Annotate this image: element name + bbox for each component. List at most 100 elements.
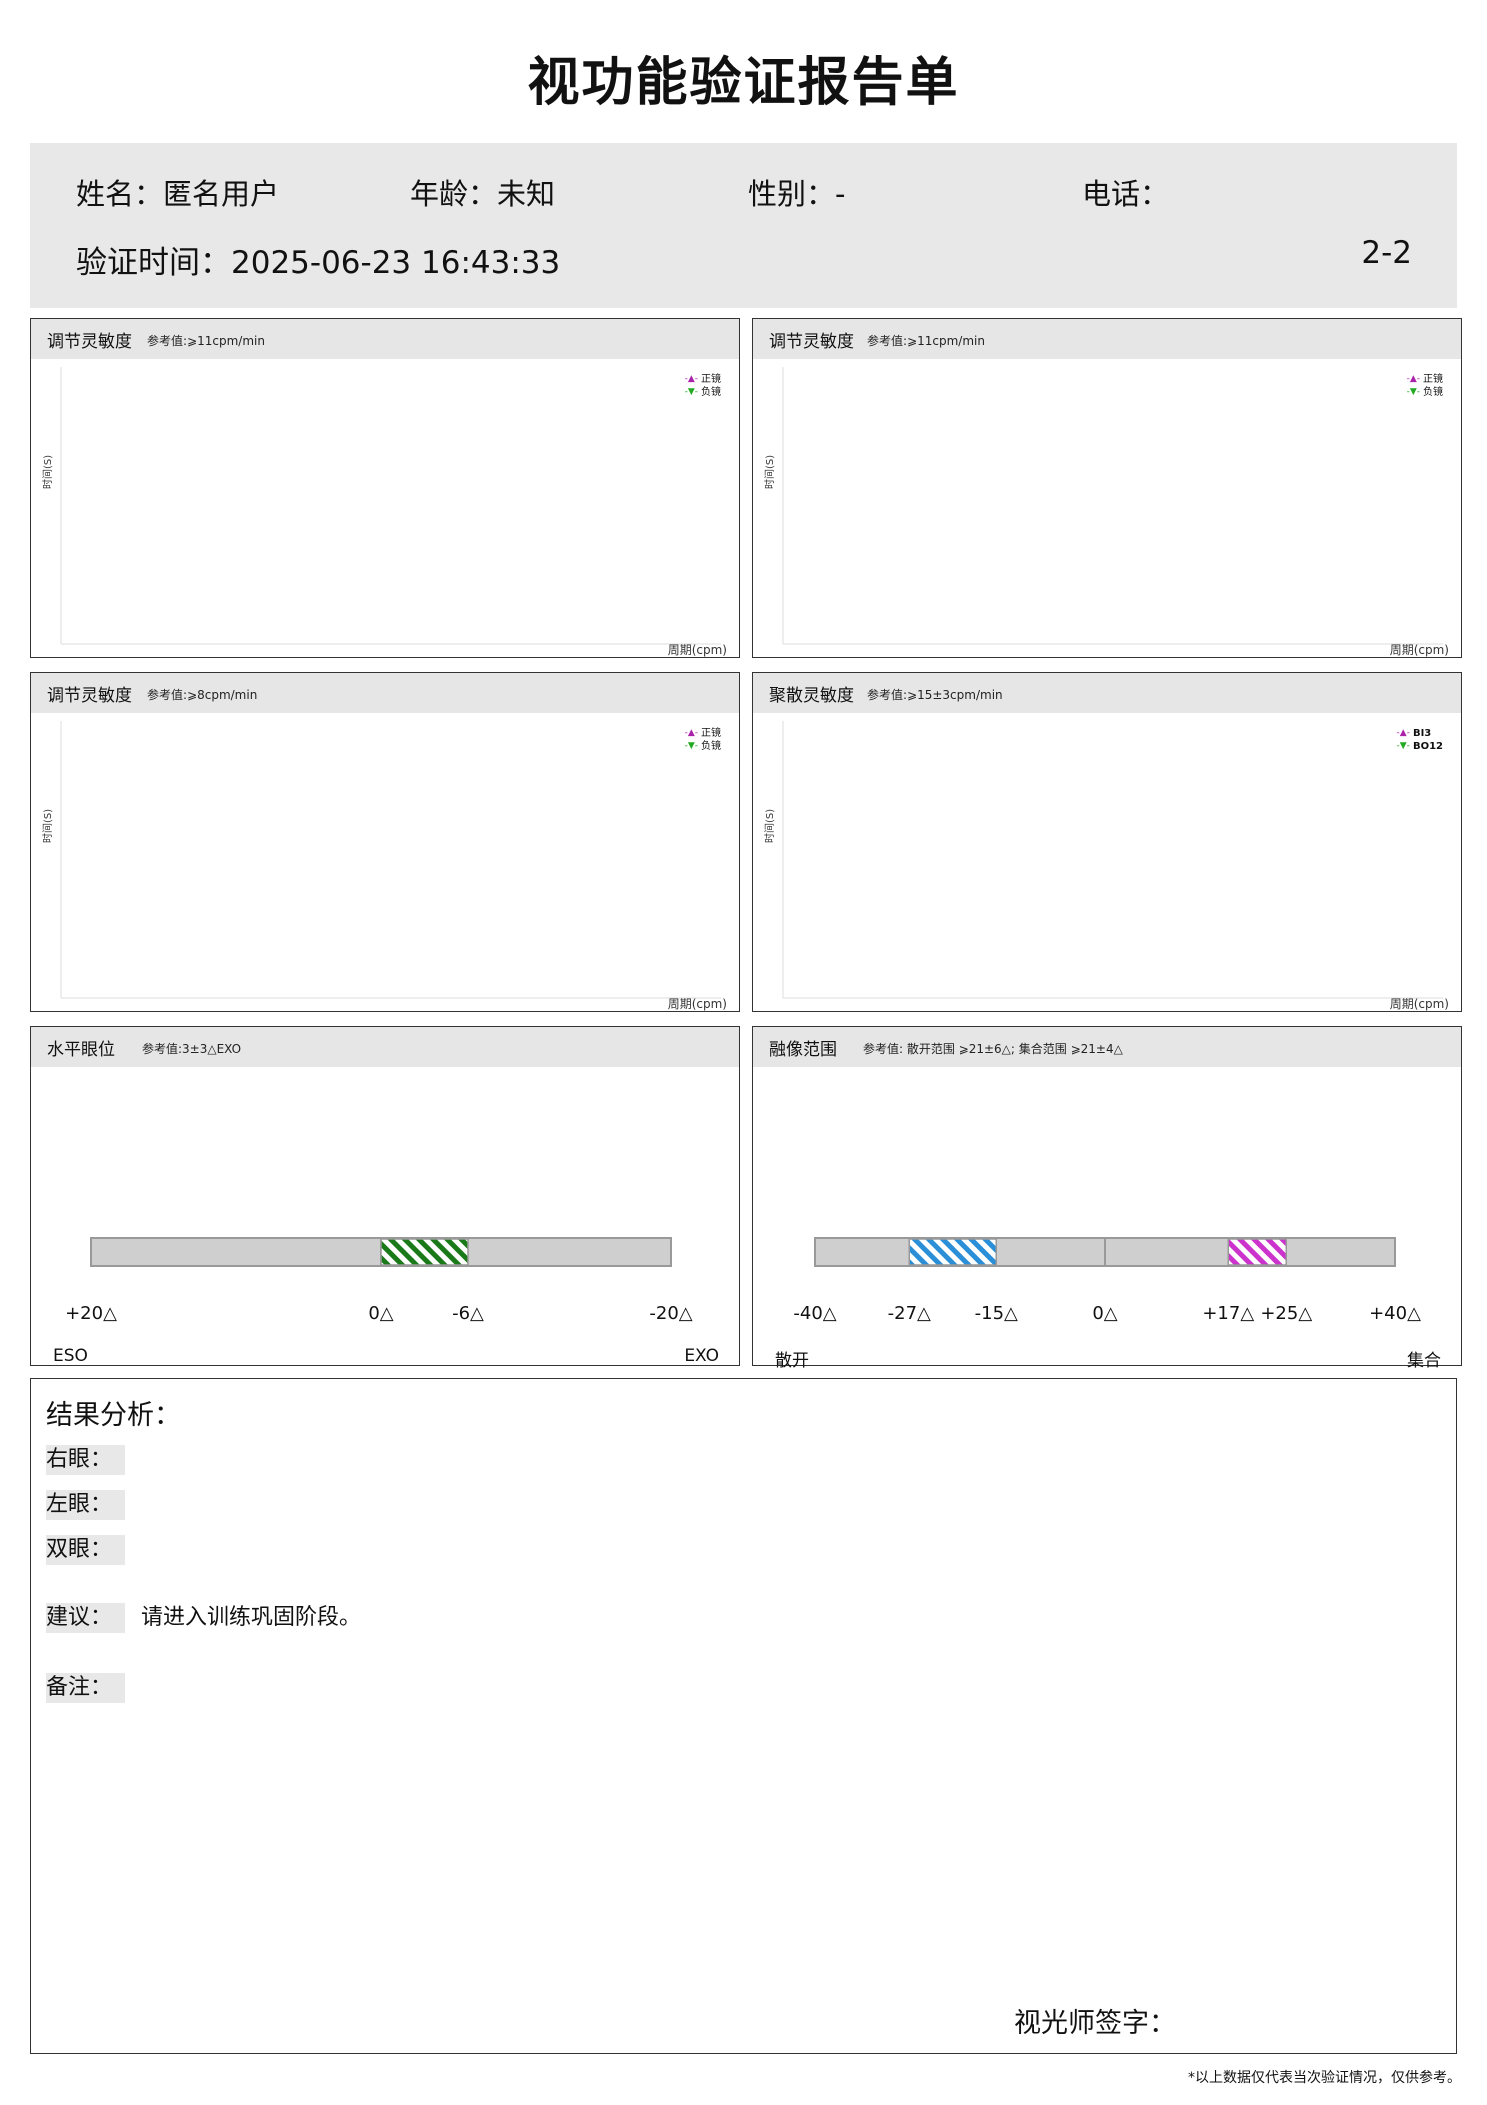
chart-plot-area: 时间(S) 周期(cpm) -▲- 正镜 -▼- 负镜: [31, 713, 739, 1022]
chart-legend: -▲- 正镜 -▼- 负镜: [685, 373, 721, 399]
scale-tick-label: -27△: [887, 1303, 931, 1324]
both-eyes-label: 双眼：: [46, 1535, 125, 1565]
triangle-down-icon: -▼-: [684, 387, 698, 397]
scale-tick-label: 0△: [368, 1303, 394, 1324]
chart-panel-3: 调节灵敏度 参考值:⩾8cpm/min 时间(S) 周期(cpm) -▲- 正镜 -▼-…: [30, 672, 740, 1012]
chart-axes: [60, 721, 721, 999]
legend-item: -▲- 正镜: [685, 727, 721, 740]
x-axis-label: 周期(cpm): [1389, 643, 1449, 657]
triangle-down-icon: -▼-: [1396, 741, 1410, 751]
chart-axes: [782, 721, 1443, 999]
triangle-up-icon: -▲-: [1396, 728, 1410, 738]
patient-age: 年龄：未知: [410, 177, 556, 211]
legend-label: BO12: [1412, 741, 1443, 752]
chart-plot-area: 时间(S) 周期(cpm) -▲- 正镜 -▼- 负镜: [753, 359, 1461, 668]
test-time: 验证时间：2025-06-23 16:43:33: [76, 245, 561, 281]
fusion-panel: 融像范围 参考值: 散开范围 ⩾21±6△; 集合范围 ⩾21±4△ 散开 集合…: [752, 1026, 1462, 1371]
y-axis-label: 时间(S): [43, 808, 54, 843]
legend-item: -▲- BI3: [1397, 727, 1443, 740]
panel-header: 调节灵敏度 参考值:⩾11cpm/min: [753, 319, 1461, 359]
scale-tick-label: -15△: [974, 1303, 1018, 1324]
legend-label: 正镜: [1423, 374, 1443, 385]
scale-tick-label: +17△: [1202, 1303, 1255, 1324]
both-eyes-row: 双眼：: [46, 1535, 125, 1565]
page-number: 2-2: [1361, 235, 1412, 271]
panel-header: 水平眼位 参考值:3±3△EXO: [31, 1027, 739, 1067]
exo-label: EXO: [684, 1346, 719, 1366]
legend-item: -▲- 正镜: [1407, 373, 1443, 386]
legend-item: -▼- 负镜: [685, 740, 721, 753]
patient-phone: 电话：: [1082, 177, 1170, 211]
panel-header: 调节灵敏度 参考值:⩾11cpm/min: [31, 319, 739, 359]
chart-panel-2: 调节灵敏度 参考值:⩾11cpm/min 时间(S) 周期(cpm) -▲- 正镜 -▼…: [752, 318, 1462, 658]
panel-title: 融像范围: [769, 1040, 837, 1060]
advice-row: 建议： 请进入训练巩固阶段。: [46, 1603, 361, 1633]
panel-reference: 参考值:3±3△EXO: [142, 1042, 242, 1056]
divergence-band: [908, 1238, 997, 1266]
panel-title: 水平眼位: [47, 1040, 115, 1060]
left-eye-label: 左眼：: [46, 1490, 125, 1520]
triangle-up-icon: -▲-: [684, 374, 698, 384]
right-eye-label: 右眼：: [46, 1445, 125, 1475]
triangle-up-icon: -▲-: [1406, 374, 1420, 384]
footer-note: *以上数据仅代表当次验证情况，仅供参考。: [1188, 2070, 1461, 2086]
triangle-down-icon: -▼-: [1406, 387, 1420, 397]
chart-legend: -▲- BI3 -▼- BO12: [1397, 727, 1443, 753]
patient-gender: 性别：-: [748, 177, 846, 211]
x-axis-label: 周期(cpm): [667, 643, 727, 657]
eso-label: ESO: [53, 1346, 88, 1366]
patient-name: 姓名：匿名用户: [76, 177, 280, 211]
scale-tick-label: +25△: [1260, 1303, 1313, 1324]
convergence-label: 集合: [1407, 1351, 1441, 1371]
chart-panel-1: 调节灵敏度 参考值:⩾11cpm/min 时间(S) 周期(cpm) -▲- 正镜 -▼…: [30, 318, 740, 658]
y-axis-label: 时间(S): [765, 454, 776, 489]
legend-item: -▼- 负镜: [1407, 386, 1443, 399]
y-axis-label: 时间(S): [765, 808, 776, 843]
legend-item: -▼- BO12: [1397, 740, 1443, 753]
triangle-down-icon: -▼-: [684, 741, 698, 751]
optometrist-signature: 视光师签字：: [1014, 2008, 1176, 2039]
legend-label: 负镜: [1423, 387, 1443, 398]
x-axis-label: 周期(cpm): [667, 997, 727, 1011]
remark-row: 备注：: [46, 1673, 125, 1703]
legend-label: BI3: [1412, 728, 1432, 739]
advice-text: 请进入训练巩固阶段。: [141, 1605, 362, 1630]
left-eye-row: 左眼：: [46, 1490, 125, 1520]
chart-axes: [60, 367, 721, 645]
panel-title: 调节灵敏度: [47, 332, 132, 352]
legend-item: -▼- 负镜: [685, 386, 721, 399]
panel-reference: 参考值: 散开范围 ⩾21±6△; 集合范围 ⩾21±4△: [863, 1042, 1123, 1056]
patient-info: 姓名：匿名用户 年龄：未知 性别：- 电话： 验证时间：2025-06-23 1…: [30, 143, 1457, 308]
x-axis-label: 周期(cpm): [1389, 997, 1449, 1011]
fusion-scale: 散开 集合 -40△ -27△ -15△ 0△ +17△ +25△ +40△: [753, 1067, 1461, 1371]
panel-reference: 参考值:⩾11cpm/min: [147, 334, 265, 348]
legend-item: -▲- 正镜: [685, 373, 721, 386]
analysis-heading: 结果分析：: [46, 1400, 181, 1431]
panel-title: 聚散灵敏度: [769, 686, 854, 706]
panel-reference: 参考值:⩾8cpm/min: [147, 688, 258, 702]
triangle-up-icon: -▲-: [684, 728, 698, 738]
chart-axes: [782, 367, 1443, 645]
scale-tick-label: -6△: [452, 1303, 484, 1324]
y-axis-label: 时间(S): [43, 454, 54, 489]
scale-tick-label: -20△: [649, 1303, 693, 1324]
phoria-panel: 水平眼位 参考值:3±3△EXO ESO EXO +20△ 0△ -6△ -20△: [30, 1026, 740, 1366]
panel-header: 融像范围 参考值: 散开范围 ⩾21±6△; 集合范围 ⩾21±4△: [753, 1027, 1461, 1067]
panel-title: 调节灵敏度: [47, 686, 132, 706]
scale-tick-label: +20△: [65, 1303, 117, 1324]
right-eye-row: 右眼：: [46, 1445, 125, 1475]
scale-tick-label: -40△: [793, 1303, 837, 1324]
panel-reference: 参考值:⩾11cpm/min: [867, 334, 985, 348]
legend-label: 负镜: [701, 741, 721, 752]
panel-header: 聚散灵敏度 参考值:⩾15±3cpm/min: [753, 673, 1461, 713]
legend-label: 负镜: [701, 387, 721, 398]
advice-label: 建议：: [46, 1603, 125, 1633]
result-analysis: 结果分析： 右眼： 左眼： 双眼： 建议： 请进入训练巩固阶段。 备注： 视光师…: [30, 1378, 1457, 2054]
divergence-label: 散开: [775, 1351, 809, 1371]
chart-plot-area: 时间(S) 周期(cpm) -▲- BI3 -▼- BO12: [753, 713, 1461, 1022]
chart-panel-4: 聚散灵敏度 参考值:⩾15±3cpm/min 时间(S) 周期(cpm) -▲- BI…: [752, 672, 1462, 1012]
remark-label: 备注：: [46, 1673, 125, 1703]
phoria-band: [380, 1238, 469, 1266]
chart-legend: -▲- 正镜 -▼- 负镜: [685, 727, 721, 753]
phoria-scale: ESO EXO +20△ 0△ -6△ -20△: [31, 1067, 739, 1366]
